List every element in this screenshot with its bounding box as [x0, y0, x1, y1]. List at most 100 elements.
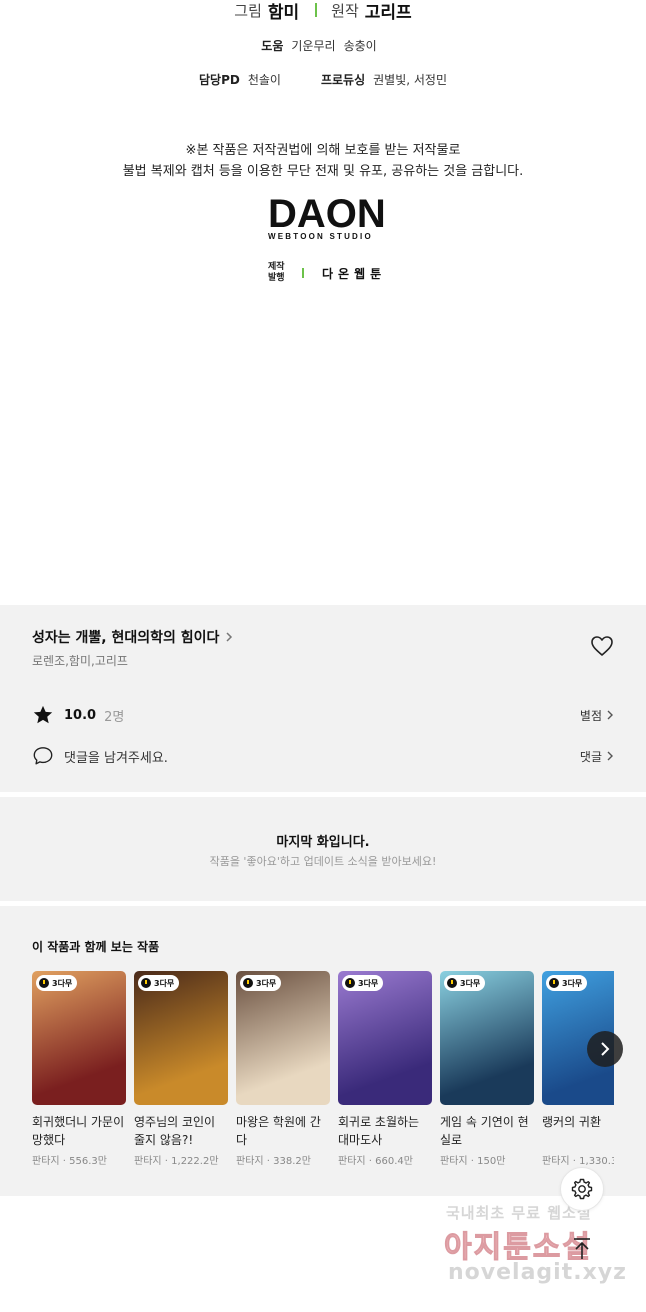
recommendation-title: 랭커의 귀환 — [542, 1115, 602, 1129]
assist-name: 송충이 — [343, 38, 377, 53]
comment-label: 댓글 — [579, 749, 602, 764]
free-wait-badge: 3다무 — [240, 975, 282, 991]
daon-logo: DAON WEBTOON STUDIO — [268, 192, 390, 244]
original-name: 고리프 — [364, 2, 412, 23]
clock-icon — [345, 978, 355, 988]
producing-label: 프로듀싱 — [320, 72, 366, 87]
last-episode-subtitle: 작품을 '좋아요'하고 업데이트 소식을 받아보세요! — [209, 855, 437, 868]
arrow-up-icon — [574, 1238, 590, 1259]
genre: 판타지 — [542, 1156, 570, 1167]
recommendation-card[interactable]: 3다무영주님의 코인이 줄지 않음?! 판타지 · 1,222.2만 — [134, 971, 228, 1167]
original-label: 원작 — [331, 1, 359, 20]
comment-row[interactable]: 댓글을 남겨주세요. 댓글 — [32, 744, 614, 768]
badge-label: 3다무 — [52, 978, 73, 988]
pd-name: 천솔이 — [247, 72, 281, 87]
clock-icon — [141, 978, 151, 988]
publisher-label-line: 제작 — [268, 262, 285, 272]
chevron-right-icon — [607, 751, 613, 761]
publisher-label: 제작 발행 — [268, 262, 288, 284]
cover-thumbnail: 3다무 — [32, 971, 126, 1105]
genre: 판타지 — [134, 1156, 162, 1167]
divider-bar — [302, 268, 304, 278]
recommendations: 이 작품과 함께 보는 작품 3다무 회귀했더니 가문이 망했다 판타지 · 556… — [0, 906, 646, 1196]
publisher: 제작 발행 다온웹툰 — [268, 262, 386, 284]
recommendation-card[interactable]: 3다무마왕은 학원에 간다판타지 · 338.2만 — [236, 971, 330, 1167]
genre: 판타지 — [32, 1156, 60, 1167]
rate-label: 별점 — [579, 708, 602, 723]
heart-icon[interactable] — [590, 635, 614, 657]
recommendation-card[interactable]: 3다무랭커의 귀환판타지 · 1,330.3만 — [542, 971, 614, 1167]
comment-bubble-icon — [33, 747, 53, 765]
divider-bar — [315, 3, 318, 17]
series-info: 성자는 개뿔, 현대의학의 힘이다 로렌조,함미,고리프 10.0 2명 별점 … — [0, 605, 646, 792]
series-authors: 로렌조,함미,고리프 — [32, 654, 128, 668]
cover-thumbnail: 3다무 — [440, 971, 534, 1105]
clock-icon — [447, 978, 457, 988]
free-wait-badge: 3다무 — [444, 975, 486, 991]
rating-row: 10.0 2명 별점 — [32, 703, 614, 727]
recommendation-title: 게임 속 기연이 현실로 — [440, 1115, 529, 1147]
recommendation-meta: 판타지 · 338.2만 — [236, 1156, 311, 1167]
cover-thumbnail: 3다무 — [236, 971, 330, 1105]
art-name: 함미 — [267, 2, 300, 23]
gear-icon — [571, 1178, 593, 1200]
comment-button[interactable]: 댓글 — [580, 748, 614, 765]
series-title-link[interactable]: 성자는 개뿔, 현대의학의 힘이다 — [32, 627, 234, 647]
site-watermark: 국내최초 무료 웹소설 아지툰소설 novelagit.xyz — [438, 1196, 638, 1296]
last-episode-notice: 마지막 화입니다. 작품을 '좋아요'하고 업데이트 소식을 받아보세요! — [0, 797, 646, 901]
free-wait-badge: 3다무 — [36, 975, 78, 991]
publisher-name: 다온웹툰 — [322, 266, 387, 281]
assist-name: 기운무리 — [291, 38, 336, 53]
genre: 판타지 — [338, 1156, 366, 1167]
chevron-right-icon — [226, 632, 233, 642]
badge-label: 3다무 — [358, 978, 379, 988]
badge-label: 3다무 — [256, 978, 277, 988]
pd-label: 담당PD — [198, 72, 240, 87]
producing-names: 권별빛, 서정민 — [373, 72, 447, 87]
free-wait-badge: 3다무 — [342, 975, 384, 991]
recommendation-meta: 판타지 · 1,330.3만 — [542, 1152, 614, 1167]
clock-icon — [243, 978, 253, 988]
genre: 판타지 — [440, 1156, 468, 1167]
view-count: 1,222.2만 — [171, 1156, 219, 1167]
free-wait-badge: 3다무 — [546, 975, 588, 991]
rating-value: 10.0 — [64, 707, 97, 723]
last-episode-title: 마지막 화입니다. — [276, 835, 370, 850]
cover-thumbnail: 3다무 — [134, 971, 228, 1105]
recommendation-card[interactable]: 3다무 게임 속 기연이 현실로 판타지 · 150만 — [440, 971, 534, 1167]
credit-row-main: 그림 함미 원작 고리프 — [0, 0, 646, 24]
logo-main: DAON — [268, 192, 386, 236]
copyright-notice: ※본 작품은 저작권법에 의해 보호를 받는 저작물로 불법 복제와 캡처 등을… — [0, 140, 646, 182]
logo-sub: WEBTOON STUDIO — [268, 232, 373, 241]
settings-button[interactable] — [560, 1167, 604, 1211]
cover-thumbnail: 3다무 — [338, 971, 432, 1105]
recommendation-card[interactable]: 3다무 회귀했더니 가문이 망했다 판타지 · 556.3만 — [32, 971, 126, 1167]
recommendation-title: 회귀했더니 가문이 망했다 — [32, 1115, 125, 1147]
recommendation-carousel: 3다무 회귀했더니 가문이 망했다 판타지 · 556.3만 3다무 영주님의 코인이 … — [32, 971, 614, 1181]
rate-button[interactable]: 별점 — [580, 707, 614, 724]
publisher-label-line: 발행 — [268, 273, 285, 283]
star-icon — [33, 705, 53, 724]
clock-icon — [39, 978, 49, 988]
credits-section: 그림 함미 원작 고리프 도움 기운무리 송충이 담당PD 천솔이 프로듀싱 권… — [0, 0, 646, 605]
carousel-next-button[interactable] — [587, 1031, 623, 1067]
recommendation-card[interactable]: 3다무 회귀로 초월하는 대마도사 판타지 · 660.4만 — [338, 971, 432, 1167]
view-count: 556.3만 — [69, 1156, 107, 1167]
recommendation-title: 마왕은 학원에 간다 — [236, 1115, 321, 1147]
view-count: 150만 — [477, 1156, 506, 1167]
art-label: 그림 — [234, 1, 262, 20]
genre: 판타지 — [236, 1156, 264, 1167]
copyright-line: ※본 작품은 저작권법에 의해 보호를 받는 저작물로 — [185, 143, 461, 158]
recommendation-meta: 판타지 · 1,222.2만 — [134, 1156, 219, 1167]
watermark-line: novelagit.xyz — [448, 1260, 627, 1285]
recommendations-title: 이 작품과 함께 보는 작품 — [32, 940, 160, 954]
recommendation-title: 영주님의 코인이 줄지 않음?! — [134, 1115, 216, 1147]
badge-label: 3다무 — [154, 978, 175, 988]
credit-row-assist: 도움 기운무리 송충이 — [0, 36, 646, 54]
credit-row-staff: 담당PD 천솔이 프로듀싱 권별빛, 서정민 — [0, 70, 646, 88]
comment-placeholder: 댓글을 남겨주세요. — [64, 750, 168, 766]
view-count: 338.2만 — [273, 1156, 311, 1167]
badge-label: 3다무 — [562, 978, 583, 988]
badge-label: 3다무 — [460, 978, 481, 988]
scroll-top-button[interactable] — [566, 1234, 598, 1264]
